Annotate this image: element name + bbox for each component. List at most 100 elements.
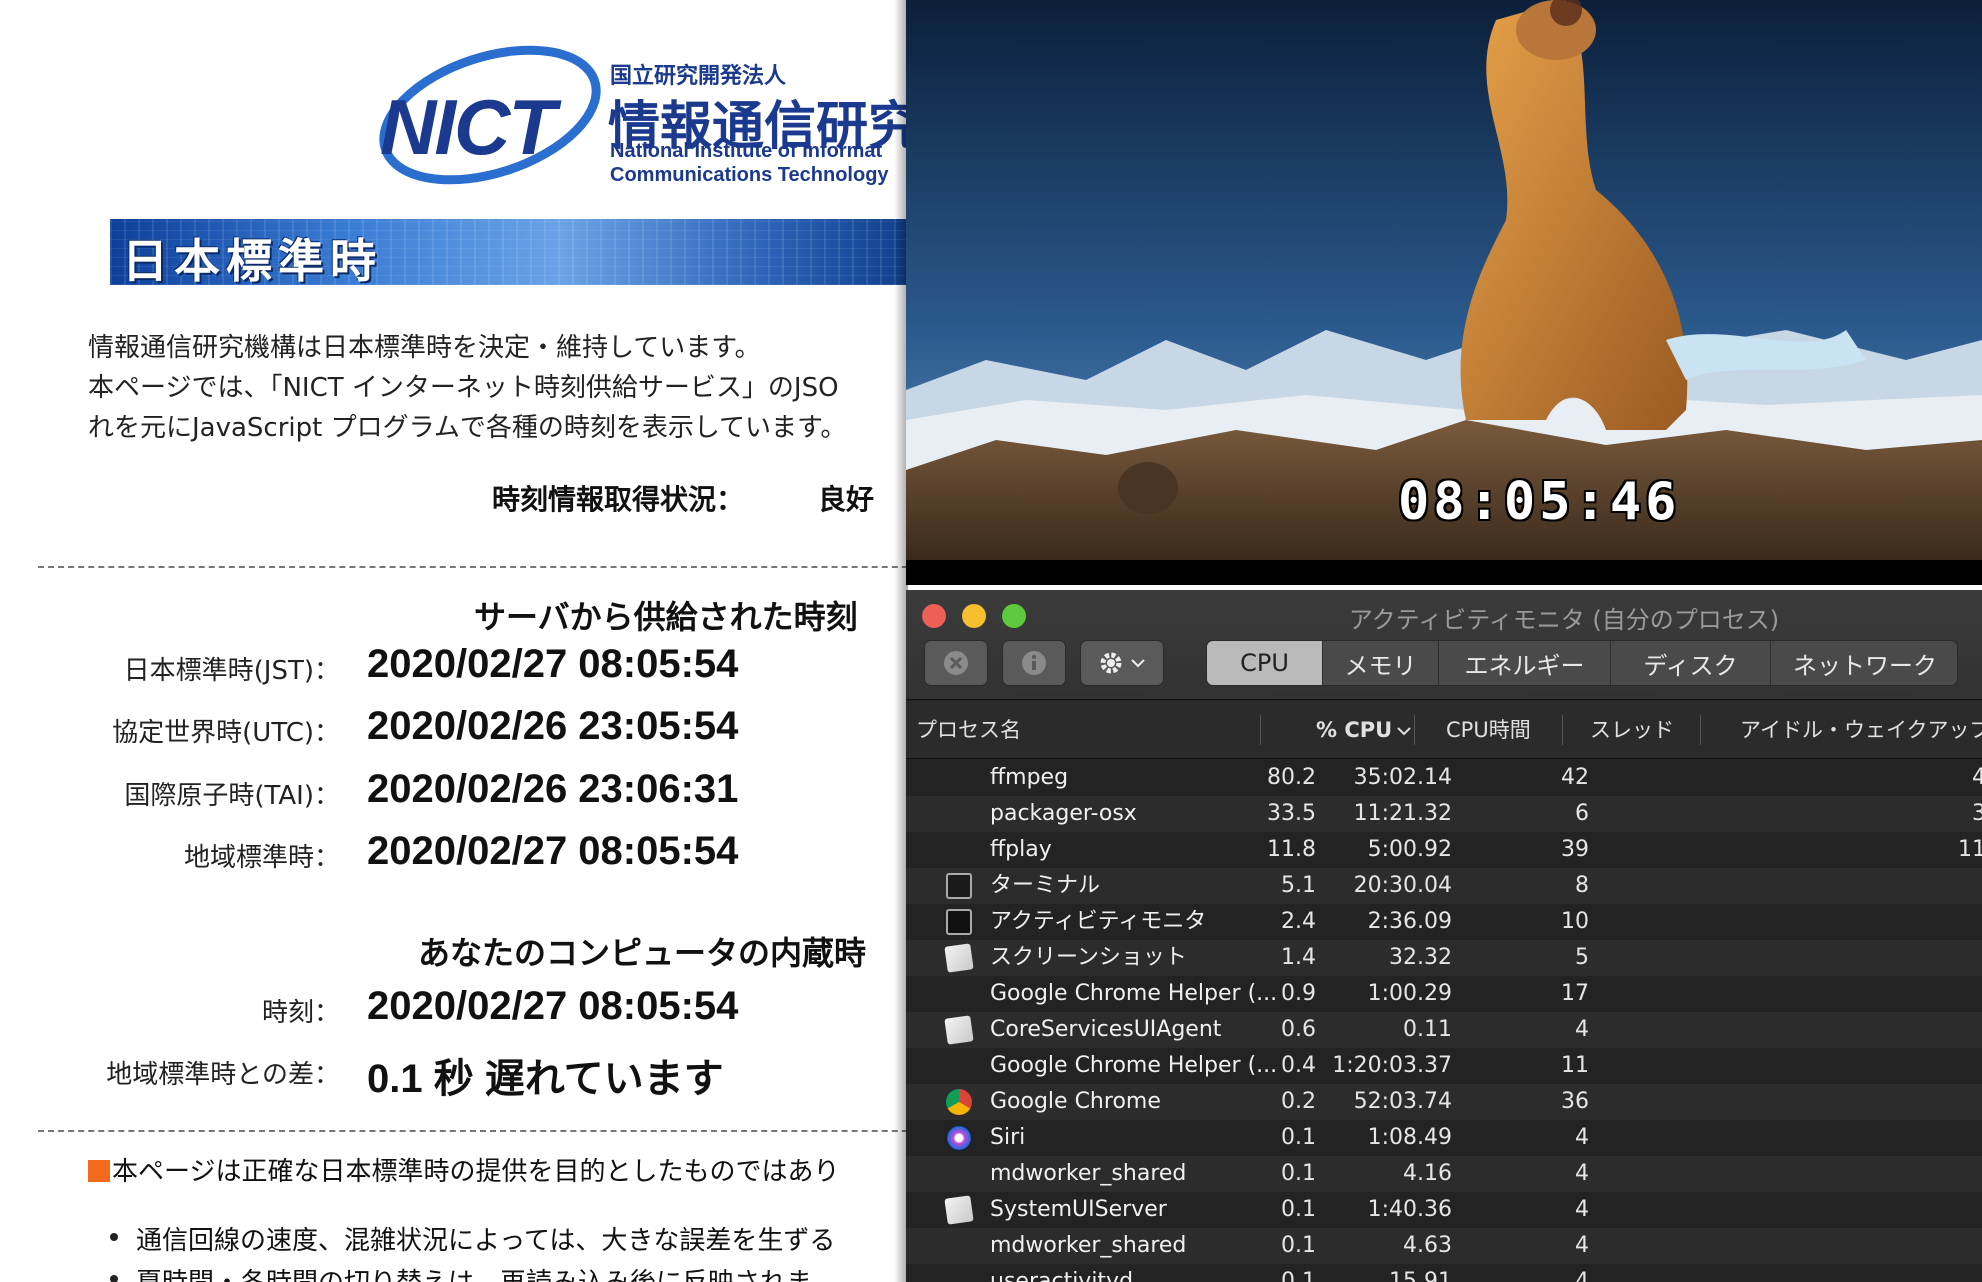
process-name: CoreServicesUIAgent: [990, 1017, 1222, 1042]
app-icon: [944, 1015, 974, 1045]
process-table: ffmpeg 80.2 35:02.14 42 4 packager-osx 33.5 11:…: [906, 760, 1982, 1282]
offset-value: 0.1 秒 遅れています: [367, 1057, 724, 1101]
tab-energy[interactable]: エネルギー: [1439, 641, 1611, 685]
column-header-process-name[interactable]: プロセス名: [916, 701, 1021, 759]
pc-time-value: 2020/02/27 08:05:54: [367, 984, 739, 1028]
table-row[interactable]: SystemUIServer 0.1 1:40.36 4: [906, 1192, 1982, 1228]
cpu-percent: 1.4: [1281, 945, 1316, 970]
divider: [38, 1130, 906, 1132]
column-separator: [1562, 715, 1563, 745]
cpu-percent: 11.8: [1267, 837, 1316, 862]
sort-descending-icon: [1397, 727, 1411, 736]
intro-line: 情報通信研究機構は日本標準時を決定・維持しています。: [88, 333, 761, 363]
cpu-percent: 0.1: [1281, 1161, 1316, 1186]
table-row[interactable]: ffmpeg 80.2 35:02.14 42 4: [906, 760, 1982, 796]
process-name: mdworker_shared: [990, 1161, 1187, 1186]
column-separator: [1414, 715, 1415, 745]
page-banner: 日本標準時: [110, 219, 906, 288]
titlebar: アクティビティモニタ (自分のプロセス) CPU メモリ エネルギー ディスク …: [906, 590, 1982, 700]
table-row[interactable]: CoreServicesUIAgent 0.6 0.11 4: [906, 1012, 1982, 1048]
status-value: 良好: [818, 483, 875, 516]
divider: [38, 566, 906, 568]
process-name: ffmpeg: [990, 765, 1069, 790]
table-row[interactable]: スクリーンショット 1.4 32.32 5: [906, 940, 1982, 976]
cpu-time: 1:00.29: [1367, 981, 1452, 1006]
notice-marker-icon: [88, 1160, 110, 1182]
cpu-percent: 0.9: [1281, 981, 1316, 1006]
table-row[interactable]: Siri 0.1 1:08.49 4: [906, 1120, 1982, 1156]
cpu-time: 11:21.32: [1353, 801, 1452, 826]
idle-wakeups: 4: [1972, 765, 1982, 790]
cpu-time: 4.63: [1403, 1233, 1452, 1258]
cpu-percent: 0.1: [1281, 1197, 1316, 1222]
nict-page: NICT 国立研究開発法人 情報通信研究機 National Institute…: [0, 0, 906, 1282]
process-name: SystemUIServer: [990, 1197, 1167, 1222]
status-label: 時刻情報取得状況：: [492, 483, 745, 516]
cpu-time: 2:36.09: [1367, 909, 1452, 934]
thread-count: 5: [1575, 945, 1589, 970]
app-icon: [944, 943, 974, 973]
cpu-percent: 0.1: [1281, 1233, 1316, 1258]
cpu-time: 32.32: [1389, 945, 1452, 970]
table-header: プロセス名 % CPU CPU時間 スレッド アイドル・ウェイクアップ: [906, 701, 1982, 759]
process-name: packager-osx: [990, 801, 1137, 826]
nict-logo: NICT 国立研究開発法人 情報通信研究機 National Institute…: [370, 40, 906, 190]
bullet-item: 夏時間・冬時間の切り替えは、再読み込み後に反映されま: [109, 1262, 812, 1282]
column-separator: [1700, 715, 1701, 745]
column-separator: [1260, 715, 1261, 745]
chevron-down-icon: [1131, 659, 1145, 668]
thread-count: 4: [1575, 1233, 1589, 1258]
chrome-icon: [946, 1089, 972, 1115]
column-header-cpu-time[interactable]: CPU時間: [1446, 701, 1531, 759]
cpu-time: 5:00.92: [1367, 837, 1452, 862]
thread-count: 11: [1561, 1053, 1589, 1078]
cpu-time: 1:08.49: [1367, 1125, 1452, 1150]
stop-process-icon: [944, 651, 968, 675]
jst-value: 2020/02/27 08:05:54: [367, 642, 739, 686]
thread-count: 6: [1575, 801, 1589, 826]
table-row[interactable]: Google Chrome Helper (... 0.9 1:00.29 17: [906, 976, 1982, 1012]
cpu-percent: 0.4: [1281, 1053, 1316, 1078]
table-row[interactable]: Google Chrome 0.2 52:03.74 36: [906, 1084, 1982, 1120]
table-row[interactable]: mdworker_shared 0.1 4.16 4: [906, 1156, 1982, 1192]
server-time-heading: サーバから供給された時刻: [474, 598, 858, 636]
table-row[interactable]: ffplay 11.8 5:00.92 39 11: [906, 832, 1982, 868]
idle-wakeups: 11: [1958, 837, 1982, 862]
column-header-idle-wakeups[interactable]: アイドル・ウェイクアップ: [1740, 701, 1982, 759]
process-name: Google Chrome: [990, 1089, 1161, 1114]
tab-disk[interactable]: ディスク: [1611, 641, 1771, 685]
tab-network[interactable]: ネットワーク: [1771, 641, 1957, 685]
cpu-time: 1:20:03.37: [1332, 1053, 1452, 1078]
gear-menu-button[interactable]: [1080, 640, 1164, 686]
process-name: mdworker_shared: [990, 1233, 1187, 1258]
tab-memory[interactable]: メモリ: [1323, 641, 1439, 685]
table-row[interactable]: mdworker_shared 0.1 4.63 4: [906, 1228, 1982, 1264]
window-title: アクティビティモニタ (自分のプロセス): [1348, 606, 1780, 634]
cpu-percent: 2.4: [1281, 909, 1316, 934]
cpu-time: 35:02.14: [1353, 765, 1452, 790]
process-name: Siri: [990, 1125, 1026, 1150]
column-header-threads[interactable]: スレッド: [1590, 701, 1674, 759]
tab-cpu[interactable]: CPU: [1207, 641, 1323, 685]
table-row[interactable]: useractivityd 0.1 15.91 4: [906, 1264, 1982, 1282]
cpu-time: 4.16: [1403, 1161, 1452, 1186]
thread-count: 42: [1561, 765, 1589, 790]
table-row[interactable]: アクティビティモニタ 2.4 2:36.09 10: [906, 904, 1982, 940]
org-name-en-2: Communications Technology: [610, 164, 889, 186]
cpu-time: 20:30.04: [1353, 873, 1452, 898]
intro-line: れを元にJavaScript プログラムで各種の時刻を表示しています。: [88, 413, 847, 443]
tai-label: 国際原子時(TAI)：: [124, 781, 340, 811]
cpu-percent: 0.6: [1281, 1017, 1316, 1042]
process-name: ターミナル: [990, 873, 1101, 898]
table-row[interactable]: packager-osx 33.5 11:21.32 6 3: [906, 796, 1982, 832]
cpu-percent: 5.1: [1281, 873, 1316, 898]
stop-process-button[interactable]: [924, 640, 988, 686]
video-timecode: 08:05:46: [1398, 472, 1681, 532]
info-button[interactable]: [1002, 640, 1066, 686]
table-row[interactable]: Google Chrome Helper (... 0.4 1:20:03.37 11: [906, 1048, 1982, 1084]
table-row[interactable]: ターミナル 5.1 20:30.04 8: [906, 868, 1982, 904]
video-player-window[interactable]: 08:05:46: [906, 0, 1982, 585]
cpu-time: 52:03.74: [1353, 1089, 1452, 1114]
column-header-cpu[interactable]: % CPU: [1316, 701, 1412, 759]
thread-count: 4: [1575, 1161, 1589, 1186]
